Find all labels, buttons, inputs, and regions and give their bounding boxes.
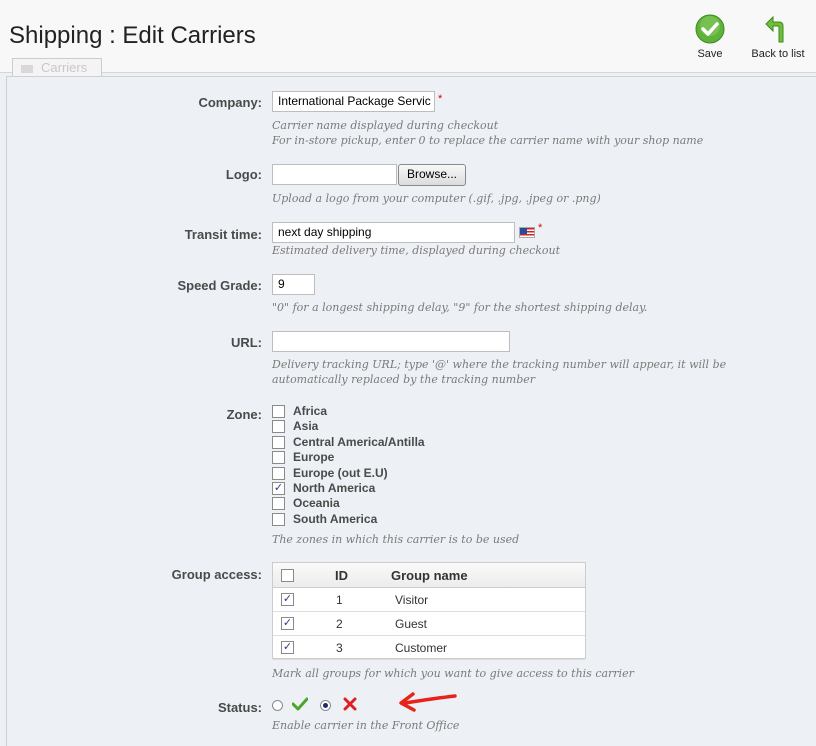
group-id: 3	[336, 641, 343, 655]
group-name-column-header: Group name	[391, 568, 468, 583]
url-label: URL:	[230, 335, 262, 350]
zone-name: Oceania	[293, 496, 340, 511]
status-disabled-radio[interactable]	[320, 700, 331, 711]
zone-name: Central America/Antilla	[293, 434, 425, 449]
group-row[interactable]: ✓ 3 Customer	[273, 636, 585, 660]
zone-checkbox[interactable]	[272, 405, 285, 418]
url-hint-line2: automatically replaced by the tracking n…	[272, 373, 536, 386]
company-label: Company:	[198, 95, 262, 110]
zone-checkbox[interactable]	[272, 420, 285, 434]
company-required-marker: *	[438, 93, 443, 105]
group-table-header: ID Group name	[273, 563, 585, 588]
page-header: Shipping : Edit Carriers Save Back to li…	[0, 0, 816, 73]
group-checkbox[interactable]: ✓	[281, 593, 294, 606]
company-hint-line2: For in-store pickup, enter 0 to replace …	[272, 134, 704, 147]
group-access-label: Group access:	[171, 567, 262, 582]
transit-required-marker: *	[538, 222, 543, 234]
logo-file-input[interactable]	[272, 164, 397, 185]
back-arrow-icon	[765, 15, 784, 43]
carriers-tab-label: Carriers	[41, 60, 88, 75]
group-id: 2	[336, 617, 343, 631]
url-hint-line1: Delivery tracking URL; type '@' where th…	[272, 358, 727, 371]
id-column-header: ID	[335, 568, 348, 583]
group-name: Visitor	[395, 593, 429, 607]
save-check-icon	[695, 14, 725, 44]
zone-name: North America	[293, 481, 376, 495]
company-hint-line1: Carrier name displayed during checkout	[272, 119, 499, 132]
group-row[interactable]: ✓ 1 Visitor	[273, 588, 585, 612]
zone-name: Europe (out E.U)	[293, 465, 388, 480]
back-label: Back to list	[751, 48, 805, 60]
group-name: Guest	[395, 617, 428, 631]
enabled-check-icon	[292, 697, 308, 711]
truck-icon	[21, 64, 33, 73]
group-name: Customer	[395, 641, 448, 655]
page-title: Shipping : Edit Carriers	[9, 22, 256, 49]
transit-hint: Estimated delivery time, displayed durin…	[272, 244, 561, 257]
group-checkbox[interactable]: ✓	[281, 641, 294, 654]
transit-time-label: Transit time:	[184, 227, 262, 242]
browse-button[interactable]: Browse...	[398, 164, 466, 186]
status-label: Status:	[217, 700, 262, 715]
zone-name: Europe	[293, 450, 335, 465]
group-access-table: ID Group name ✓ 1 Visitor ✓ 2 Guest ✓ 3 Customer	[272, 562, 586, 660]
logo-label: Logo:	[225, 167, 262, 182]
disabled-cross-icon	[343, 697, 357, 711]
zone-checkbox[interactable]	[272, 435, 285, 449]
save-label: Save	[697, 48, 723, 60]
group-id: 1	[336, 593, 343, 607]
transit-time-input[interactable]: next day shipping	[272, 222, 515, 243]
logo-hint: Upload a logo from your computer (.gif, …	[272, 192, 601, 205]
annotation-arrow-icon	[399, 692, 457, 712]
us-flag-icon[interactable]	[519, 227, 535, 238]
speed-grade-hint: "0" for a longest shipping delay, "9" fo…	[272, 301, 648, 314]
group-checkbox[interactable]: ✓	[281, 617, 294, 630]
status-hint: Enable carrier in the Front Office	[272, 719, 460, 732]
url-input[interactable]	[272, 331, 510, 352]
select-all-groups-checkbox[interactable]	[281, 569, 294, 582]
zone-checkbox[interactable]	[272, 466, 285, 480]
zone-label: Zone:	[226, 407, 262, 422]
group-row[interactable]: ✓ 2 Guest	[273, 612, 585, 636]
zone-checkbox[interactable]	[272, 512, 285, 526]
group-access-hint: Mark all groups for which you want to gi…	[272, 667, 634, 680]
speed-grade-input[interactable]: 9	[272, 274, 315, 295]
zone-checkbox[interactable]	[272, 497, 285, 511]
speed-grade-label: Speed Grade:	[177, 278, 262, 293]
zone-checkbox[interactable]	[272, 451, 285, 465]
zone-checkbox[interactable]: ✓	[272, 482, 285, 495]
status-enabled-radio[interactable]	[272, 700, 283, 711]
zone-hint: The zones in which this carrier is to be…	[272, 533, 520, 546]
back-to-list-button[interactable]: Back to list	[749, 14, 807, 60]
save-button[interactable]: Save	[690, 14, 730, 60]
zone-name: Africa	[293, 404, 328, 418]
company-input[interactable]: International Package Servic	[272, 91, 435, 112]
zone-name: Asia	[293, 419, 319, 434]
zone-name: South America	[293, 511, 378, 526]
carriers-tab[interactable]: Carriers	[12, 58, 102, 76]
